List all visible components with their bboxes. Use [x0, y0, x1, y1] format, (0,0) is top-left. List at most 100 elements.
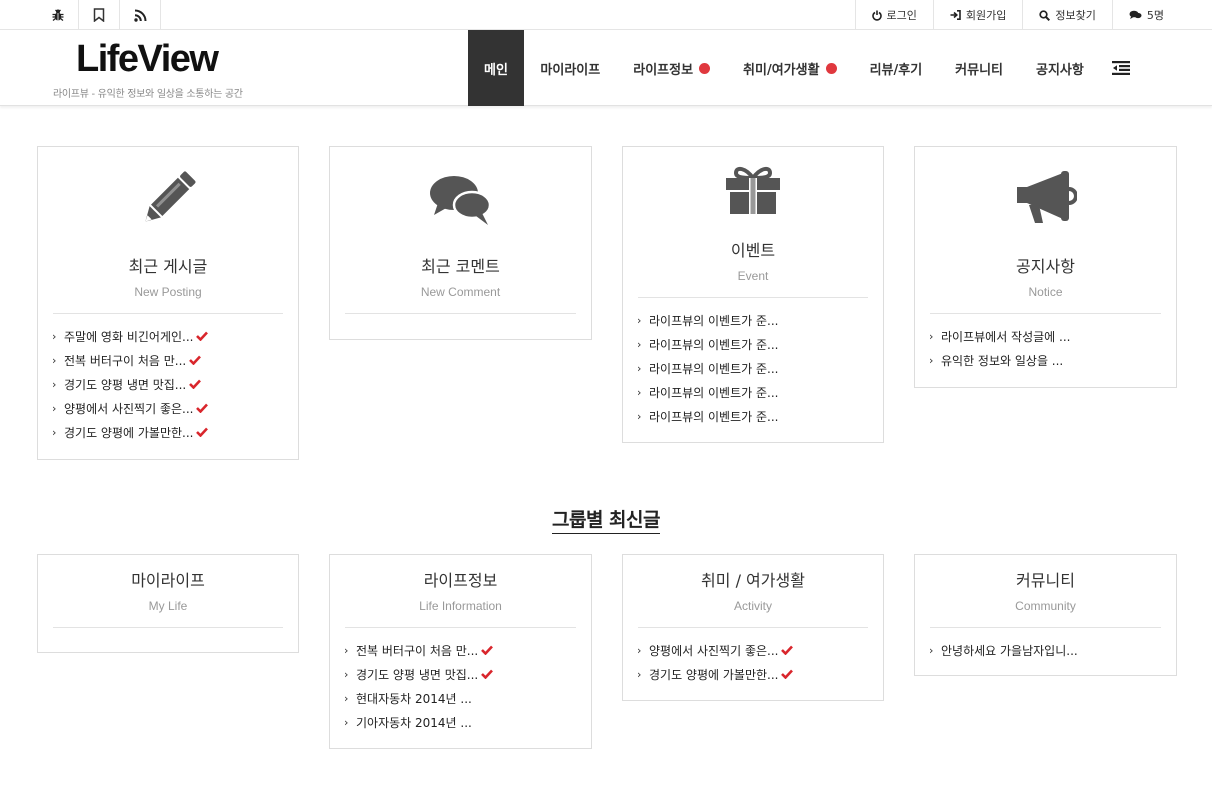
signup-label: 회원가입	[965, 9, 1007, 22]
divider	[930, 313, 1161, 314]
list-item-label: 유익한 정보와 일상을 ...	[941, 353, 1064, 368]
chevron-right-icon: ›	[52, 353, 57, 367]
card-title[interactable]: 커뮤니티	[915, 567, 1176, 591]
login-link[interactable]: 로그인	[854, 0, 933, 30]
list-item[interactable]: › 경기도 양평 냉면 맛집...	[52, 372, 208, 396]
list-item[interactable]: › 양평에서 사진찍기 좋은...	[637, 638, 794, 662]
chevron-right-icon: ›	[637, 667, 642, 681]
outdent-menu-icon	[1112, 61, 1131, 75]
nav-label: 메인	[484, 62, 508, 78]
list-item-label: 양평에서 사진찍기 좋은...	[649, 643, 779, 658]
list-item[interactable]: › 경기도 양평 냉면 맛집...	[344, 662, 494, 686]
list-item[interactable]: › 양평에서 사진찍기 좋은...	[52, 396, 209, 420]
recent-posts-card: 최근 게시글 New Posting › 주말에 영화 비긴어게인... › 전복 …	[37, 146, 299, 460]
find-account-link[interactable]: 정보찾기	[1022, 0, 1111, 30]
list-item-label: 전복 버터구이 처음 만...	[356, 643, 479, 658]
list-item[interactable]: › 현대자동차 2014년 ...	[344, 686, 493, 710]
card-subtitle: Event	[737, 269, 769, 283]
site-logo[interactable]: LifeView	[76, 38, 219, 81]
check-icon	[781, 645, 794, 655]
chevron-right-icon: ›	[52, 401, 57, 415]
nav-item-notice[interactable]: 공지사항	[1020, 30, 1101, 106]
list-item[interactable]: › 경기도 양평에 가볼만한...	[637, 662, 794, 686]
chevron-right-icon: ›	[52, 425, 57, 439]
card-subtitle: Activity	[733, 599, 772, 613]
nav-label: 커뮤니티	[955, 62, 1003, 78]
list-item-label: 경기도 양평 냉면 맛집...	[356, 667, 479, 682]
menu-toggle-button[interactable]	[1100, 30, 1131, 106]
card-subtitle: My Life	[148, 599, 188, 613]
nav-label: 리뷰/후기	[869, 62, 923, 78]
card-subtitle: Community	[1015, 599, 1076, 613]
notice-card: 공지사항 Notice › 라이프뷰에서 작성글에 ... › 유익한 정보와 일상…	[914, 146, 1177, 388]
gift-icon	[623, 164, 883, 216]
list-item-label: 경기도 양평에 가볼만한...	[64, 425, 194, 440]
nav-label: 라이프정보	[633, 62, 694, 78]
check-icon	[481, 669, 494, 679]
card-title: 이벤트	[730, 241, 776, 260]
divider	[345, 627, 576, 628]
section-title-text: 그룹별 최신글	[552, 509, 661, 534]
top-utility-bar: 로그인 회원가입 정보찾기 5명	[0, 0, 1212, 30]
nav-item-mylife[interactable]: 마이라이프	[524, 30, 617, 106]
find-account-label: 정보찾기	[1055, 9, 1096, 22]
list-item[interactable]: › 안녕하세요 가을남자입니...	[929, 638, 1078, 662]
notice-list: › 라이프뷰에서 작성글에 ... › 유익한 정보와 일상을 ...	[929, 324, 1070, 372]
online-users-link[interactable]: 5명	[1111, 0, 1180, 30]
list-item[interactable]: › 라이프뷰의 이벤트가 준...	[637, 308, 778, 332]
comments-icon	[1129, 10, 1142, 19]
divider	[53, 313, 283, 314]
list-item[interactable]: › 기아자동차 2014년 ...	[344, 710, 493, 734]
chevron-right-icon: ›	[637, 643, 642, 657]
divider	[638, 627, 868, 628]
nav-item-community[interactable]: 커뮤니티	[939, 30, 1020, 106]
chevron-right-icon: ›	[52, 329, 57, 343]
list-item-label: 주말에 영화 비긴어게인...	[64, 329, 194, 344]
list-item-label: 안녕하세요 가을남자입니...	[941, 643, 1078, 658]
group-card-mylife: 마이라이프 My Life	[37, 554, 299, 653]
list-item[interactable]: › 전복 버터구이 처음 만...	[52, 348, 208, 372]
new-indicator-dot	[699, 62, 711, 74]
group-card-community: 커뮤니티 Community › 안녕하세요 가을남자입니...	[914, 554, 1177, 676]
topbar-icon-group	[38, 0, 161, 30]
list-item[interactable]: › 주말에 영화 비긴어게인...	[52, 324, 209, 348]
recent-comments-card: 최근 코멘트 New Comment	[329, 146, 592, 340]
chevron-right-icon: ›	[344, 715, 349, 729]
list-item[interactable]: › 라이프뷰의 이벤트가 준...	[637, 380, 778, 404]
nav-item-main[interactable]: 메인	[468, 30, 524, 106]
card-title[interactable]: 라이프정보	[330, 567, 591, 591]
list-item[interactable]: › 라이프뷰의 이벤트가 준...	[637, 332, 778, 356]
check-icon	[196, 331, 209, 341]
chevron-right-icon: ›	[344, 691, 349, 705]
topbar-links: 로그인 회원가입 정보찾기 5명	[854, 0, 1180, 30]
list-item[interactable]: › 라이프뷰의 이벤트가 준...	[637, 404, 778, 428]
main-nav: 메인 마이라이프 라이프정보 취미/여가생활 리뷰/후기 커뮤니티 공지사항	[468, 30, 1131, 106]
card-title[interactable]: 마이라이프	[38, 567, 298, 591]
section-title: 그룹별 최신글	[0, 505, 1212, 534]
rss-icon[interactable]	[120, 0, 161, 30]
card-subtitle: Life Information	[419, 599, 502, 613]
online-users-count: 5명	[1146, 9, 1164, 22]
list-item[interactable]: › 유익한 정보와 일상을 ...	[929, 348, 1070, 372]
comments-icon	[330, 173, 591, 227]
list-item[interactable]: › 라이프뷰에서 작성글에 ...	[929, 324, 1070, 348]
group-post-list: › 전복 버터구이 처음 만... › 경기도 양평 냉면 맛집... › 현대자동차…	[344, 638, 494, 734]
sign-in-icon	[950, 10, 961, 20]
check-icon	[196, 403, 209, 413]
signup-link[interactable]: 회원가입	[932, 0, 1022, 30]
list-item[interactable]: › 전복 버터구이 처음 만...	[344, 638, 494, 662]
bookmark-icon[interactable]	[79, 0, 120, 30]
site-slogan: 라이프뷰 - 유익한 정보와 일상을 소통하는 공간	[53, 89, 243, 100]
site-header: LifeView 라이프뷰 - 유익한 정보와 일상을 소통하는 공간 메인 마…	[0, 30, 1212, 106]
bug-icon[interactable]	[38, 0, 79, 30]
list-item[interactable]: › 경기도 양평에 가볼만한...	[52, 420, 209, 444]
login-label: 로그인	[886, 9, 917, 22]
card-title[interactable]: 취미 / 여가생활	[623, 567, 883, 591]
bullhorn-icon	[915, 171, 1176, 227]
nav-item-life-info[interactable]: 라이프정보	[617, 30, 727, 106]
list-item-label: 라이프뷰의 이벤트가 준...	[649, 313, 779, 328]
nav-item-hobby[interactable]: 취미/여가생활	[727, 30, 854, 106]
list-item[interactable]: › 라이프뷰의 이벤트가 준...	[637, 356, 778, 380]
list-item-label: 라이프뷰의 이벤트가 준...	[649, 361, 779, 376]
nav-item-review[interactable]: 리뷰/후기	[853, 30, 939, 106]
